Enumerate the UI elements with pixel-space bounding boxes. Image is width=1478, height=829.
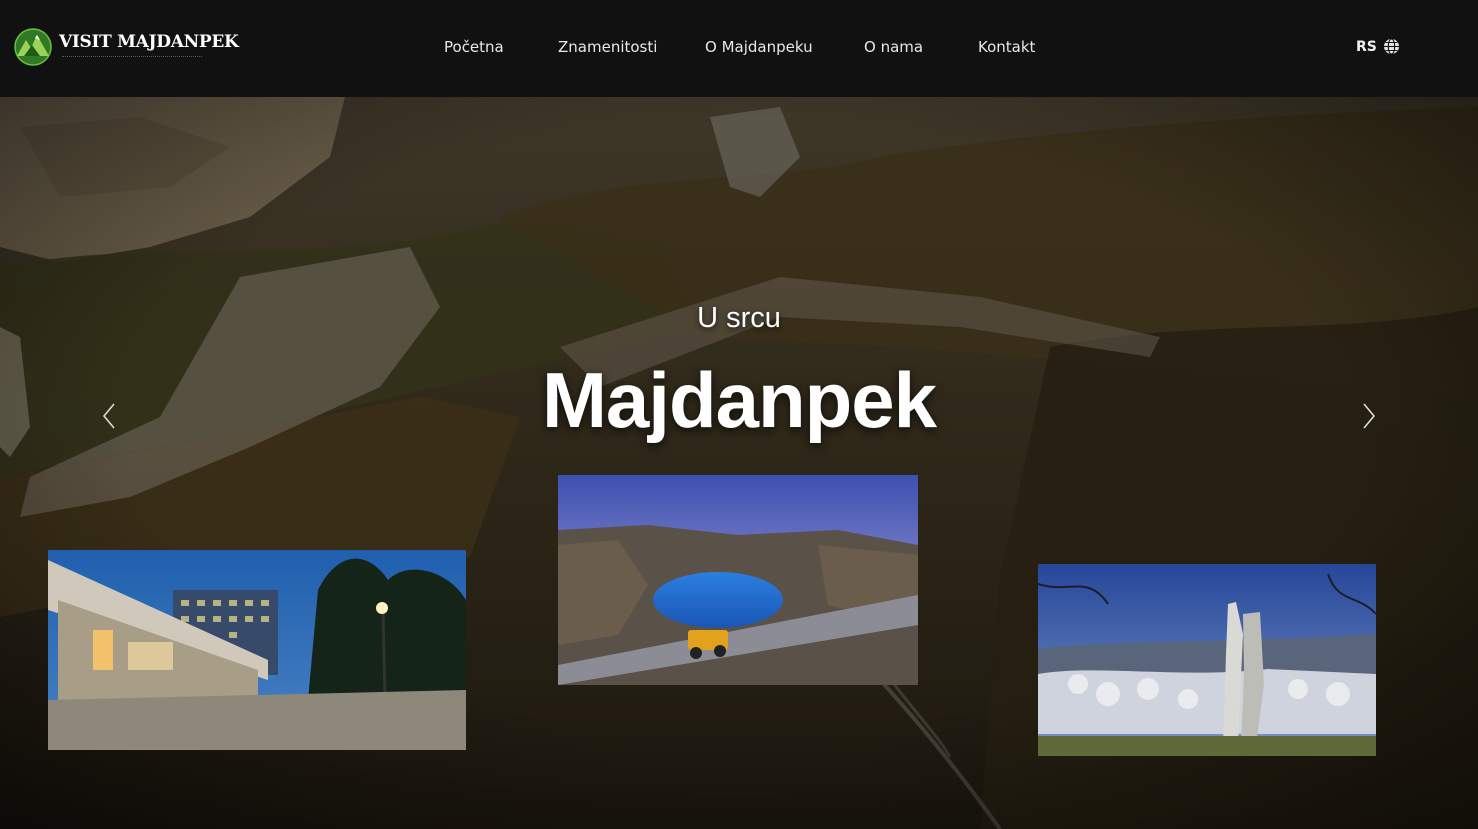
nav-pocetna[interactable]: Početna [444, 38, 504, 56]
town-square-photo [48, 550, 466, 750]
nav-o-majdanpeku[interactable]: O Majdanpeku [705, 38, 813, 56]
hero-kicker: U srcu [697, 302, 781, 334]
hero-slider: U srcu Majdanpek [0, 97, 1478, 829]
site-header: VISIT MAJDANPEK Početna Znamenitosti O M… [0, 0, 1478, 97]
nav-znamenitosti[interactable]: Znamenitosti [558, 38, 657, 56]
language-switcher[interactable]: RS [1356, 38, 1400, 55]
nav-kontakt[interactable]: Kontakt [978, 38, 1035, 56]
globe-icon [1383, 38, 1399, 55]
monument-photo [1038, 564, 1376, 756]
language-code: RS [1356, 38, 1377, 55]
hero-title: Majdanpek [541, 356, 937, 444]
chevron-left-icon[interactable] [98, 399, 120, 433]
open-pit-mine-photo [558, 475, 918, 685]
chevron-right-icon[interactable] [1358, 399, 1380, 433]
nav-o-nama[interactable]: O nama [864, 38, 923, 56]
main-nav: Početna Znamenitosti O Majdanpeku O nama… [0, 38, 1478, 60]
